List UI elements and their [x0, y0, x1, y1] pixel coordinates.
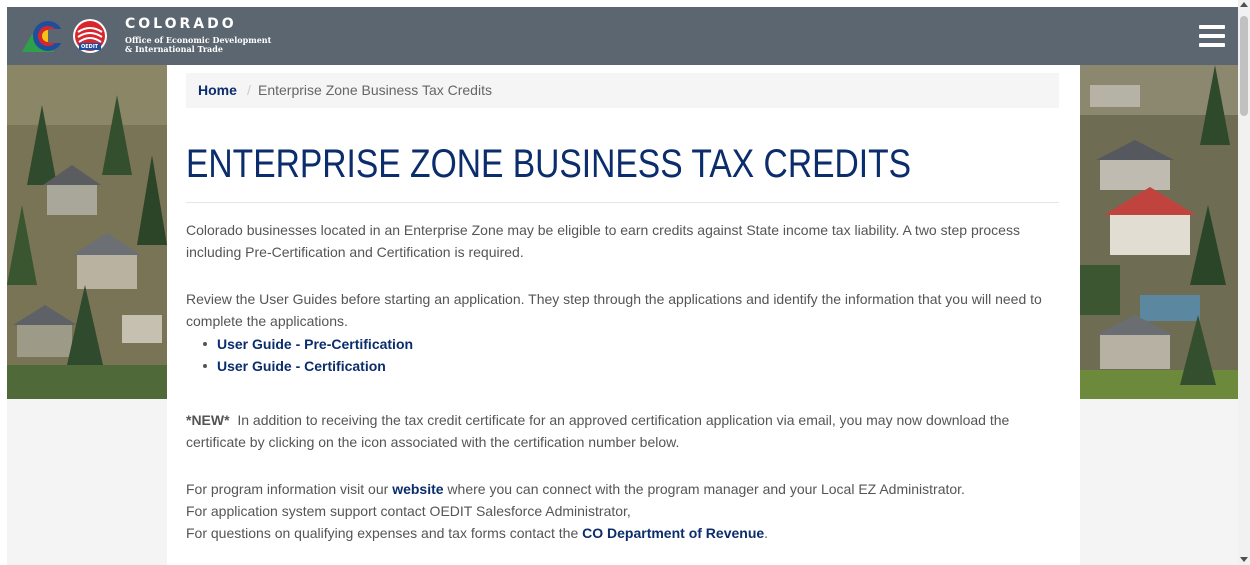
colorado-oedit-logo[interactable]: OEDIT: [20, 12, 120, 60]
site-header: OEDIT COLORADO Office of Economic Develo…: [7, 7, 1238, 65]
main-content: Home / Enterprise Zone Business Tax Cred…: [167, 65, 1080, 565]
info-line-3-suffix: .: [764, 525, 769, 541]
breadcrumb-current: Enterprise Zone Business Tax Credits: [258, 82, 492, 98]
user-guide-precertification-link[interactable]: User Guide - Pre-Certification: [217, 336, 413, 352]
brand-line-2: & International Trade: [125, 44, 223, 54]
page-title: ENTERPRISE ZONE BUSINESS TAX CREDITS: [186, 142, 912, 186]
scroll-down-arrow-icon[interactable]: [1240, 557, 1248, 562]
user-guide-certification-link[interactable]: User Guide - Certification: [217, 358, 386, 374]
scrollbar-thumb[interactable]: [1240, 16, 1248, 116]
new-line-1: In addition to receiving the tax credit …: [229, 412, 1010, 428]
logo-badge-text: OEDIT: [81, 44, 99, 50]
top-strip: [0, 0, 1250, 7]
vertical-scrollbar[interactable]: [1238, 0, 1250, 565]
scroll-up-arrow-icon[interactable]: [1240, 2, 1248, 7]
info-line-2: For application system support contact O…: [186, 503, 631, 519]
brand-title: COLORADO: [125, 16, 237, 32]
review-paragraph: Review the User Guides before starting a…: [186, 288, 1066, 332]
website-link[interactable]: website: [392, 481, 443, 497]
new-feature-paragraph: *NEW* In addition to receiving the tax c…: [186, 409, 1066, 453]
hero-image-right: [1080, 65, 1238, 399]
review-line-1: Review the User Guides before starting a…: [186, 291, 1042, 307]
contact-paragraph: For program information visit our websit…: [186, 478, 1066, 544]
new-line-2: certificate by clicking on the icon asso…: [186, 434, 680, 450]
co-department-of-revenue-link[interactable]: CO Department of Revenue: [582, 525, 764, 541]
list-item: User Guide - Pre-Certification: [201, 333, 413, 355]
hero-image-left: [7, 65, 167, 399]
town-scenery-image: [1080, 65, 1238, 399]
review-line-2: complete the applications.: [186, 313, 348, 329]
breadcrumb-separator: /: [247, 82, 251, 98]
user-guide-list: User Guide - Pre-Certification User Guid…: [201, 333, 413, 377]
info-line-3-text: For questions on qualifying expenses and…: [186, 525, 583, 541]
info-line-1-suffix: where you can connect with the program m…: [443, 481, 965, 497]
list-item: User Guide - Certification: [201, 355, 413, 377]
intro-paragraph: Colorado businesses located in an Enterp…: [186, 219, 1066, 263]
brand-subtitle: Office of Economic Development & Interna…: [125, 36, 271, 54]
info-line-1-text: For program information visit our: [186, 481, 393, 497]
new-tag: *NEW*: [186, 412, 230, 428]
hamburger-menu-button[interactable]: [1199, 25, 1225, 47]
info-line-1: For program information visit our websit…: [186, 481, 965, 497]
intro-line-1: Colorado businesses located in an Enterp…: [186, 222, 1020, 238]
info-line-3: For questions on qualifying expenses and…: [186, 525, 768, 541]
hamburger-menu-icon: [1199, 25, 1225, 29]
breadcrumb: Home / Enterprise Zone Business Tax Cred…: [186, 73, 1059, 108]
intro-line-2: including Pre-Certification and Certific…: [186, 244, 524, 260]
title-divider: [186, 202, 1059, 203]
breadcrumb-home-link[interactable]: Home: [198, 73, 237, 108]
logo-icon: [22, 19, 107, 53]
town-scenery-image: [7, 65, 167, 399]
